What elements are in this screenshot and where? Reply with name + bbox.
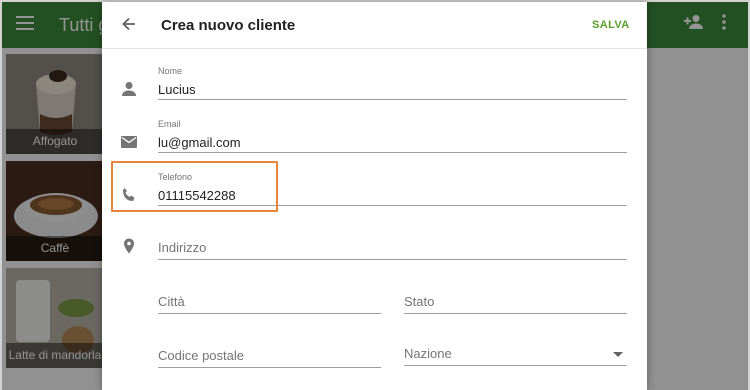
save-button[interactable]: SALVA [592,19,630,31]
country-placeholder: Nazione [404,346,452,361]
postal-code-underline [158,367,381,368]
name-label: Nome [158,66,183,76]
arrow-back-icon[interactable] [119,14,139,34]
create-customer-dialog: Crea nuovo cliente SALVA Nome Lucius Ema… [102,2,647,390]
country-underline [404,365,627,366]
address-placeholder: Indirizzo [158,240,207,255]
name-value: Lucius [158,82,196,97]
phone-field[interactable]: Telefono 01115542288 [158,172,627,206]
email-value: lu@gmail.com [158,135,241,150]
phone-value: 01115542288 [158,188,236,203]
name-underline [158,99,627,100]
screen-frame: Tutti gli articoli Affo [0,0,750,390]
dropdown-arrow-icon [613,352,623,357]
dialog-title: Crea nuovo cliente [161,17,296,34]
address-underline [158,259,627,260]
email-icon [120,133,138,151]
state-placeholder: Stato [404,294,435,309]
name-field[interactable]: Nome Lucius [158,66,627,100]
country-select[interactable]: Nazione [404,340,627,366]
email-label: Email [158,119,181,129]
postal-code-placeholder: Codice postale [158,348,244,363]
postal-code-field[interactable]: Codice postale [158,342,381,368]
city-placeholder: Città [158,294,185,309]
address-field[interactable]: Indirizzo [158,234,627,260]
state-field[interactable]: Stato [404,288,627,314]
location-icon [120,237,138,255]
person-icon [120,80,138,98]
phone-underline [158,205,627,206]
city-field[interactable]: Città [158,288,381,314]
email-underline [158,152,627,153]
phone-label: Telefono [158,172,193,182]
dialog-header: Crea nuovo cliente SALVA [102,2,647,49]
city-underline [158,313,381,314]
state-underline [404,313,627,314]
phone-icon [120,186,138,204]
email-field[interactable]: Email lu@gmail.com [158,119,627,153]
